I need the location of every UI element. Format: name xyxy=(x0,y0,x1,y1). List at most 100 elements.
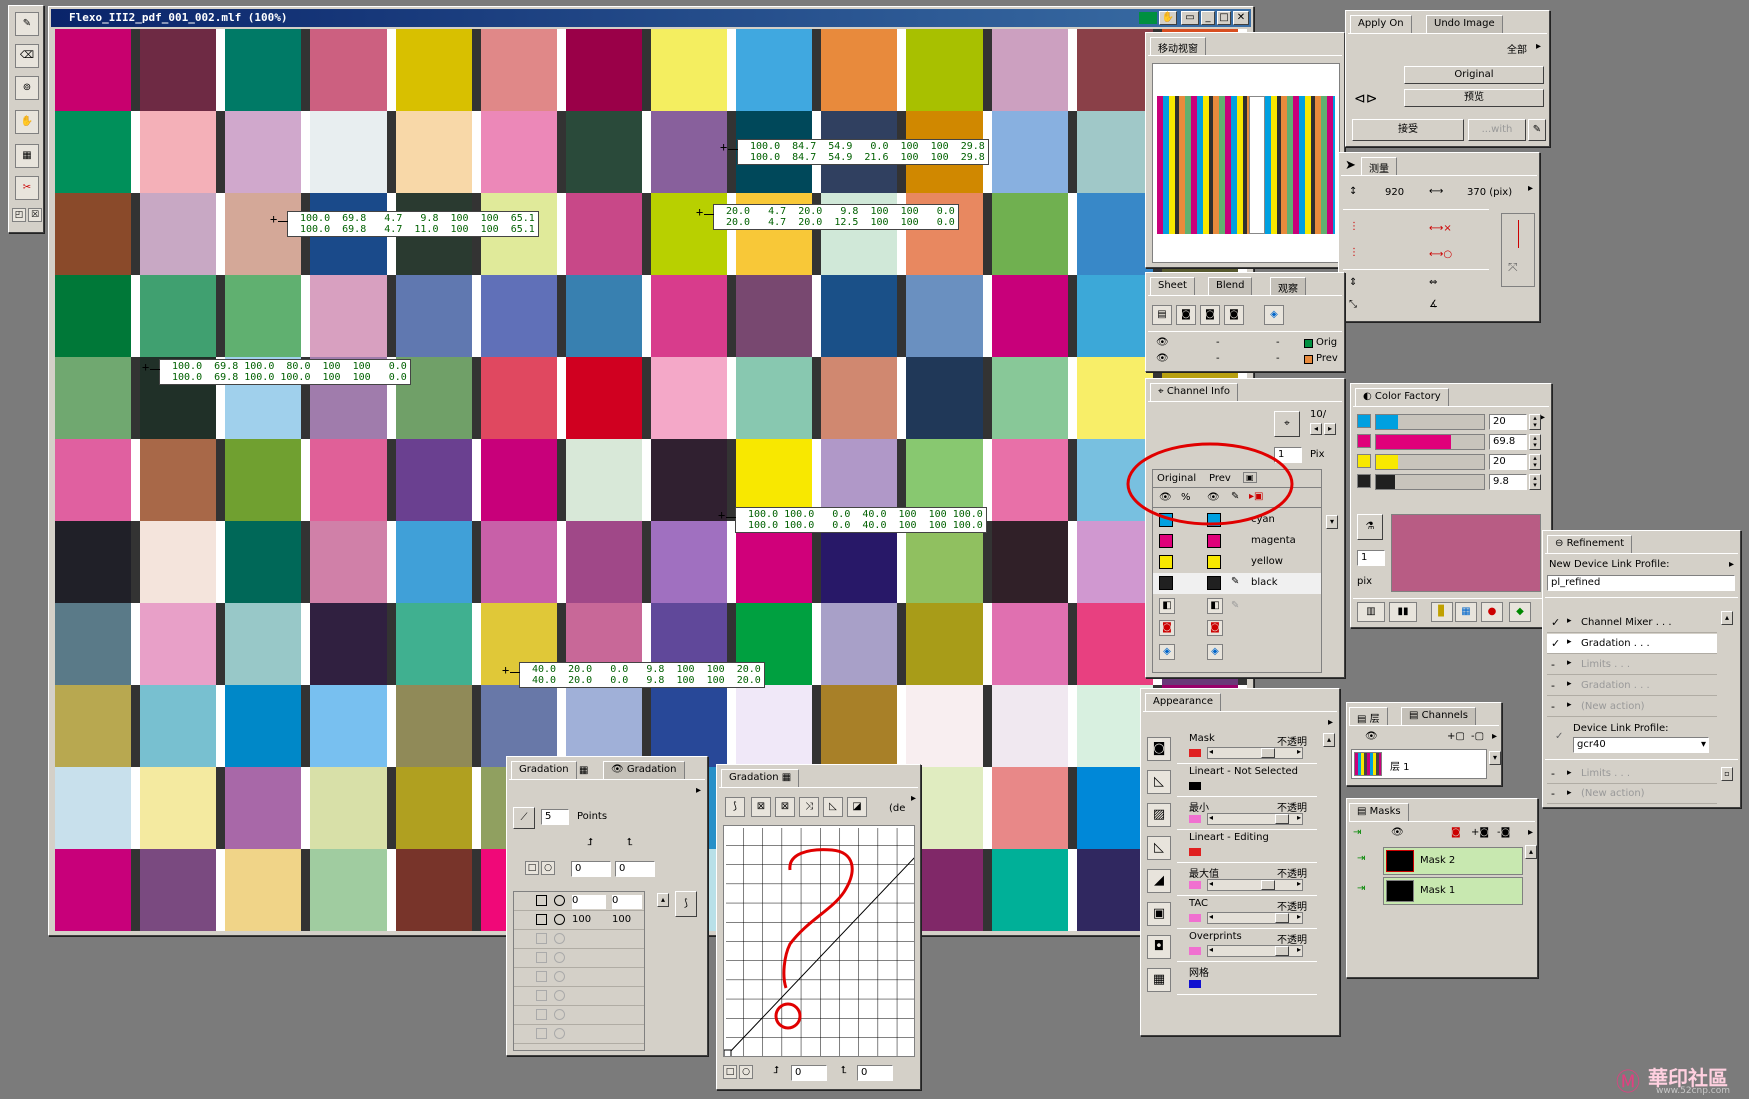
color-patch[interactable] xyxy=(55,849,132,931)
channel-scroll-button[interactable]: ▾ xyxy=(1326,515,1338,529)
node-square-icon[interactable] xyxy=(536,952,547,963)
tab-layers[interactable]: ▤ 层 xyxy=(1349,707,1388,725)
color-patch[interactable] xyxy=(480,111,557,193)
layer-orig-icon[interactable]: ◧ xyxy=(1159,598,1175,614)
color-patch[interactable] xyxy=(906,111,983,193)
app-menu-icon[interactable]: ▸ xyxy=(1328,717,1333,728)
points-field[interactable]: 5 xyxy=(541,809,569,825)
color-patch[interactable] xyxy=(565,29,642,111)
color-patch[interactable] xyxy=(225,275,302,357)
appearance-swatch[interactable] xyxy=(1189,881,1201,889)
color-patch[interactable] xyxy=(225,603,302,685)
color-patch[interactable] xyxy=(821,603,898,685)
curve-endpoint[interactable] xyxy=(724,1049,732,1057)
color-patch[interactable] xyxy=(310,193,387,275)
color-patch[interactable] xyxy=(821,685,898,767)
tab-color-factory[interactable]: ◐ Color Factory xyxy=(1355,388,1449,406)
appearance-swatch[interactable] xyxy=(1189,848,1201,856)
color-patch[interactable] xyxy=(55,29,132,111)
preview-button[interactable]: 预览 xyxy=(1404,89,1544,107)
point-y[interactable] xyxy=(612,990,642,1004)
color-patch[interactable] xyxy=(651,29,728,111)
layers-menu-icon[interactable]: ▸ xyxy=(1492,731,1497,742)
mask-row[interactable]: Mask 2 xyxy=(1383,847,1523,875)
curve-mode-4-icon[interactable]: ⤨ xyxy=(799,797,819,817)
cf-spin-button[interactable]: ▴ ▾ xyxy=(1529,434,1541,450)
expand-arrow-icon[interactable]: ▸ xyxy=(1567,788,1572,798)
round-node-icon[interactable]: ○ xyxy=(541,861,555,875)
expand-arrow-icon[interactable]: ▸ xyxy=(1567,658,1572,668)
color-patch[interactable] xyxy=(821,439,898,521)
refinement-action[interactable]: - ▸ Limits . . . xyxy=(1547,655,1717,675)
orig-channel-swatch[interactable] xyxy=(1159,576,1173,590)
lineart-icon[interactable]: ◺ xyxy=(1147,770,1171,794)
mask-remove-icon[interactable]: -◙ xyxy=(1497,827,1510,838)
check-icon[interactable]: ✓ xyxy=(1551,637,1560,650)
mask-orig-icon[interactable]: ◙ xyxy=(1159,620,1175,636)
node-round-icon[interactable] xyxy=(554,971,565,982)
eye-icon[interactable]: 👁 xyxy=(1156,337,1169,348)
color-patch[interactable] xyxy=(565,685,642,767)
mask-view-2-icon[interactable]: ◙ xyxy=(1200,305,1220,325)
cf-spin-button[interactable]: ▴ ▾ xyxy=(1529,474,1541,490)
refinement-action[interactable]: ✓ ▸ Gradation . . . xyxy=(1547,634,1717,654)
point-y[interactable] xyxy=(612,971,642,985)
color-patch[interactable] xyxy=(395,193,472,275)
diagonal-icon[interactable]: ⤡ xyxy=(1349,299,1357,310)
tab-gradation-1[interactable]: Gradation xyxy=(511,761,577,779)
tab-blend[interactable]: Blend xyxy=(1208,277,1253,295)
cf-spin-button[interactable]: ▴ ▾ xyxy=(1529,454,1541,470)
gc-round-node-icon[interactable]: ○ xyxy=(739,1065,753,1079)
slider-right-arrow-icon[interactable]: ▸ xyxy=(1297,813,1301,822)
color-patch[interactable] xyxy=(736,521,813,603)
node-square-icon[interactable] xyxy=(536,914,547,925)
uncheck-icon[interactable]: - xyxy=(1551,767,1555,780)
slider-right-arrow-icon[interactable]: ▸ xyxy=(1297,747,1301,756)
color-patch[interactable] xyxy=(480,603,557,685)
color-patch[interactable] xyxy=(225,849,302,931)
point-y[interactable] xyxy=(612,1009,642,1023)
node-square-icon[interactable] xyxy=(536,1009,547,1020)
ruler-icon[interactable]: ▥ xyxy=(1357,602,1385,622)
node-square-icon[interactable] xyxy=(536,895,547,906)
opacity-slider[interactable]: ◂ ▸ xyxy=(1207,747,1303,759)
refinement-action[interactable]: ✓ ▸ Channel Mixer . . . xyxy=(1547,613,1717,633)
table-row[interactable] xyxy=(514,1025,644,1044)
gamut-prev-icon[interactable]: ◈ xyxy=(1207,644,1223,660)
original-button[interactable]: Original xyxy=(1404,66,1544,84)
tac-icon[interactable]: ▣ xyxy=(1147,902,1171,926)
mask-prev-icon[interactable]: ◙ xyxy=(1207,620,1223,636)
channel-row-black[interactable]: black ✎ xyxy=(1153,573,1321,594)
counter-next-button[interactable]: ▸ xyxy=(1324,423,1336,435)
appearance-swatch[interactable] xyxy=(1189,782,1201,790)
color-patch[interactable] xyxy=(225,111,302,193)
color-patch[interactable] xyxy=(991,357,1068,439)
refinement-action[interactable]: - ▸ Gradation . . . xyxy=(1547,676,1717,696)
overprint-icon[interactable]: ◘ xyxy=(1147,935,1171,959)
new-profile-field[interactable]: pl_refined xyxy=(1547,575,1735,591)
slider-thumb[interactable] xyxy=(1261,748,1276,758)
color-patch[interactable] xyxy=(140,357,217,439)
angle-icon[interactable]: ∡ xyxy=(1429,299,1438,310)
bars-icon[interactable]: ▊ xyxy=(1431,602,1453,622)
uncheck-icon[interactable]: - xyxy=(1551,787,1555,800)
color-patch[interactable] xyxy=(736,357,813,439)
mask-view-icon[interactable]: ◙ xyxy=(1176,305,1196,325)
color-patch[interactable] xyxy=(480,357,557,439)
masks-menu-icon[interactable]: ▸ xyxy=(1528,827,1533,838)
ref-scroll-up-button[interactable]: ▴ xyxy=(1721,611,1733,625)
layers-scroll-button[interactable]: ▾ xyxy=(1489,751,1501,765)
navigator-thumbnail[interactable] xyxy=(1152,63,1340,263)
color-patch[interactable] xyxy=(736,439,813,521)
color-patch[interactable] xyxy=(991,849,1068,931)
refinement-action-2[interactable]: - ▸ (New action) xyxy=(1547,785,1717,804)
node-round-icon[interactable] xyxy=(554,1028,565,1039)
cf-spin-button[interactable]: ▴ ▾ xyxy=(1529,414,1541,430)
table-row[interactable]: 100 100 xyxy=(514,911,644,930)
maximize-button[interactable]: □ xyxy=(1217,11,1231,25)
cf-channel-value[interactable]: 69.8 xyxy=(1489,434,1527,450)
tab-channel-info[interactable]: ⌖ Channel Info xyxy=(1150,383,1238,401)
color-patch[interactable] xyxy=(395,685,472,767)
color-patch[interactable] xyxy=(651,603,728,685)
color-patch[interactable] xyxy=(140,603,217,685)
